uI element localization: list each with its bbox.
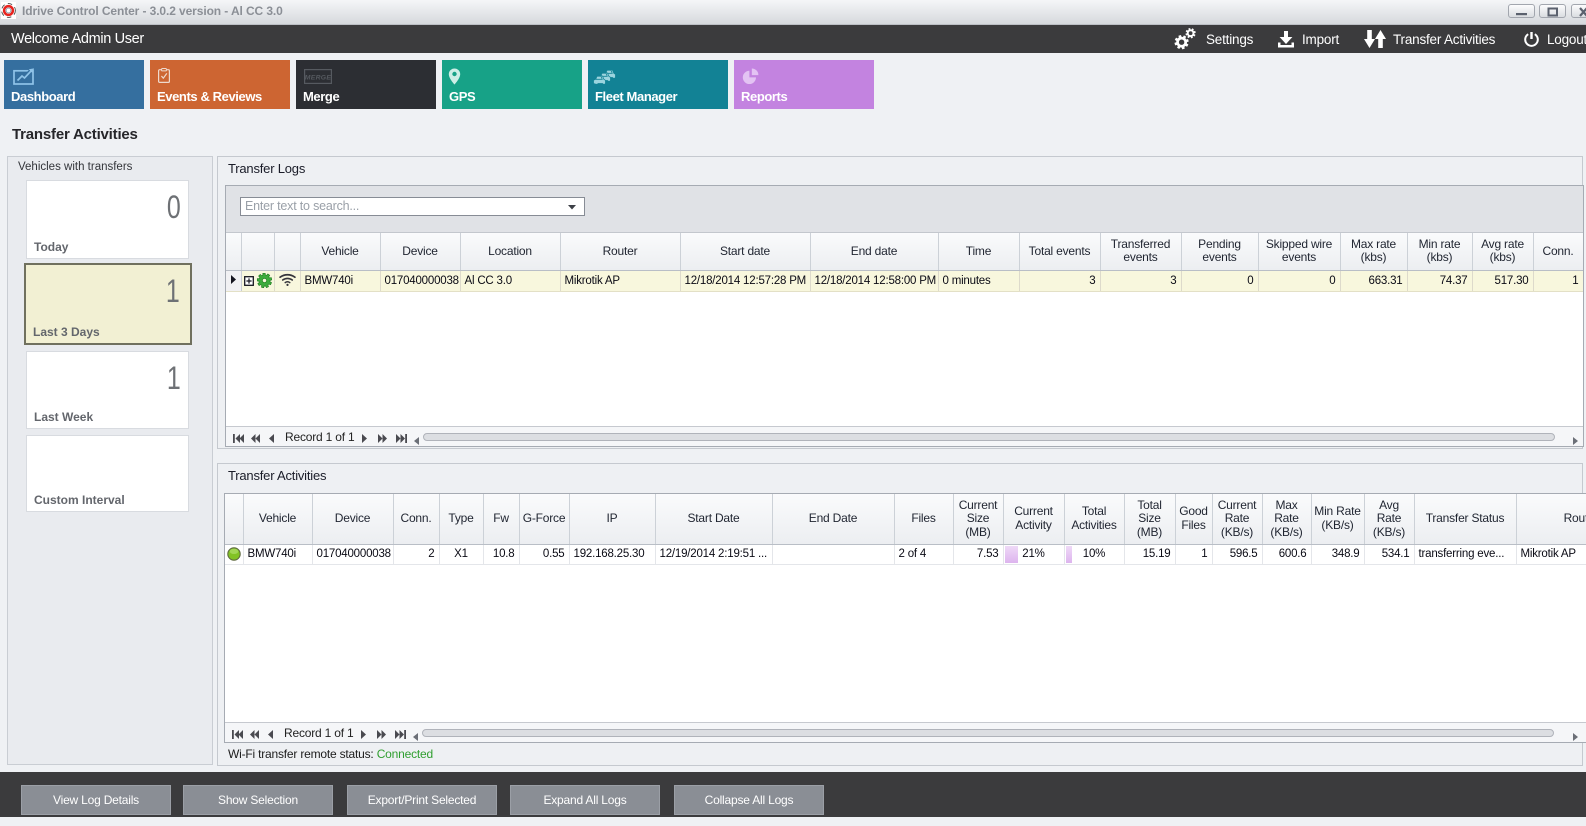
svg-text:MERGE: MERGE	[305, 75, 332, 82]
